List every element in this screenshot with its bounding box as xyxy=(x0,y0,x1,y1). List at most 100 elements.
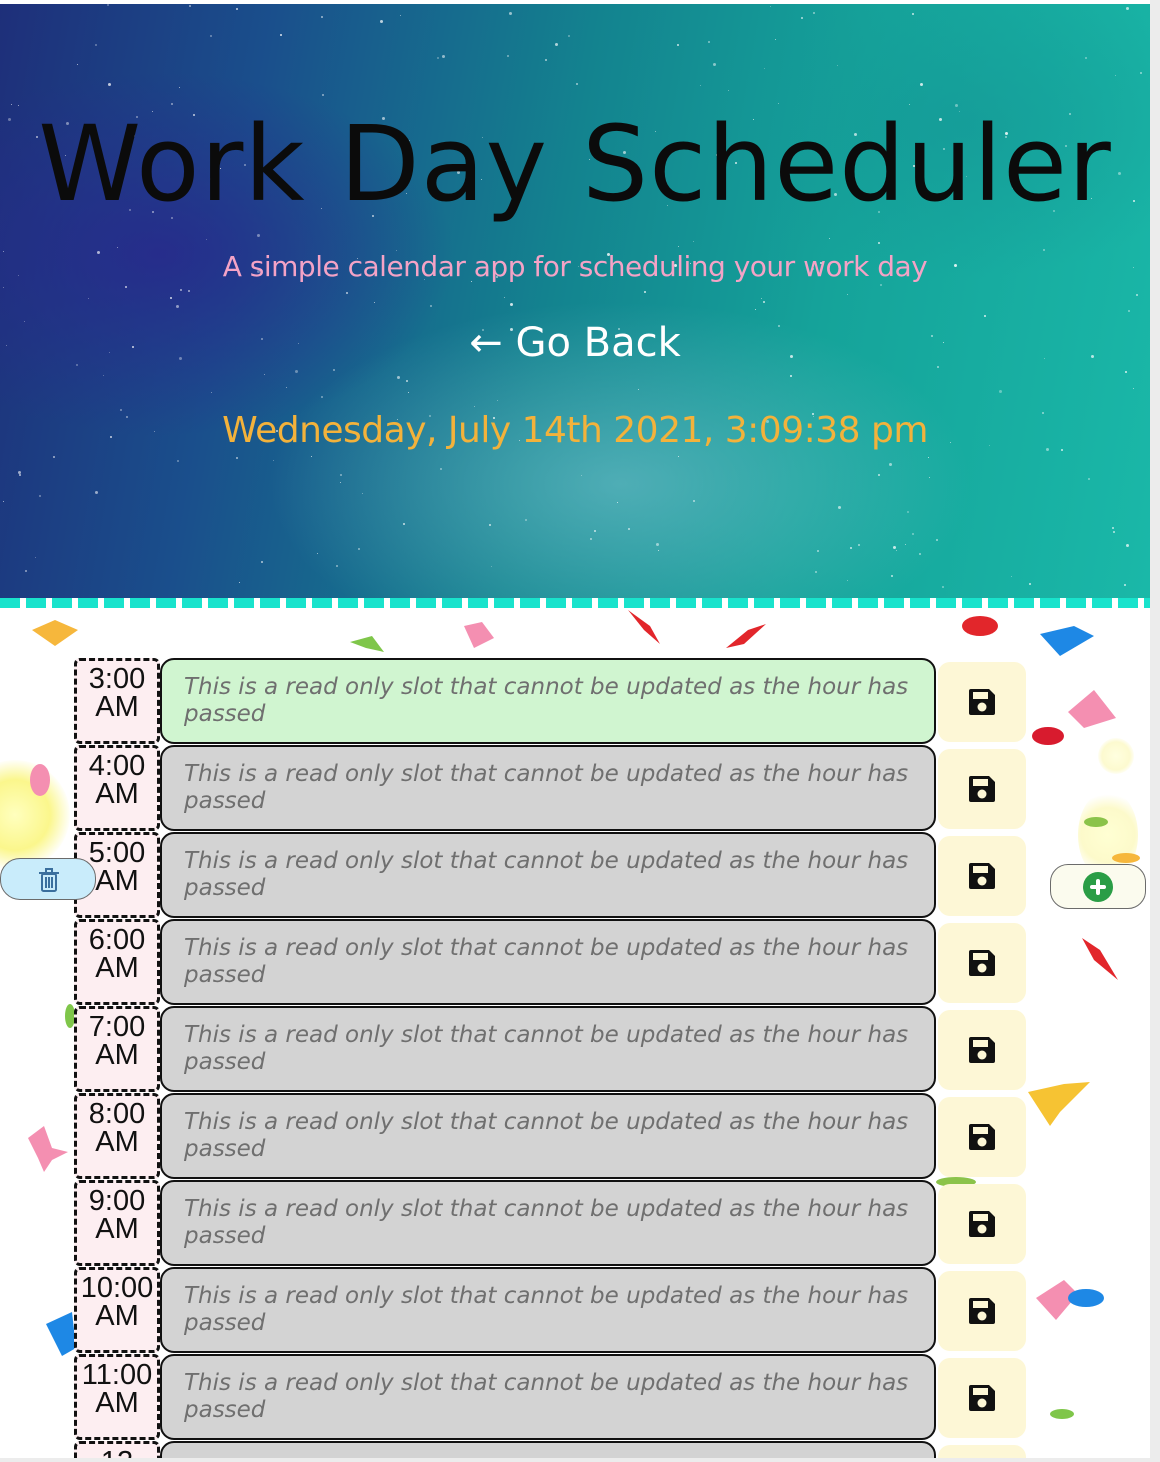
star-decoration xyxy=(1085,57,1087,59)
star-decoration xyxy=(510,303,513,306)
timeblock-row: 10:00 AM This is a read only slot that can… xyxy=(74,1267,1026,1353)
starfield-background xyxy=(0,4,1150,598)
hour-label: 8:00 AM xyxy=(74,1093,160,1179)
star-decoration xyxy=(509,12,512,15)
timeblock-description[interactable]: This is a read only slot that cannot be … xyxy=(160,919,936,1005)
star-decoration xyxy=(103,375,104,376)
hour-period: AM xyxy=(95,1213,139,1245)
floppy-disk-icon xyxy=(969,1298,995,1324)
hour-period: AM xyxy=(95,952,139,984)
star-decoration xyxy=(617,502,618,503)
star-decoration xyxy=(474,406,475,407)
star-decoration xyxy=(1113,531,1115,533)
star-decoration xyxy=(380,20,383,23)
save-button[interactable] xyxy=(938,662,1026,742)
save-button[interactable] xyxy=(938,1271,1026,1351)
star-decoration xyxy=(39,495,41,497)
star-decoration xyxy=(581,475,582,476)
save-button[interactable] xyxy=(938,1358,1026,1438)
star-decoration xyxy=(936,539,938,541)
star-decoration xyxy=(817,550,819,552)
star-decoration xyxy=(790,375,792,377)
star-decoration xyxy=(677,44,679,46)
star-decoration xyxy=(11,104,12,105)
star-decoration xyxy=(406,380,408,382)
star-decoration xyxy=(430,305,432,307)
save-button[interactable] xyxy=(938,923,1026,1003)
save-button[interactable] xyxy=(938,836,1026,916)
hour-time: 11:00 xyxy=(81,1359,153,1391)
star-decoration xyxy=(847,580,848,581)
hour-period: AM xyxy=(95,1126,139,1158)
star-decoration xyxy=(594,530,596,532)
star-decoration xyxy=(3,287,4,288)
timeblock-description[interactable]: This is a read only slot that cannot be … xyxy=(160,1006,936,1092)
save-button[interactable] xyxy=(938,1184,1026,1264)
star-decoration xyxy=(317,553,318,554)
save-button[interactable] xyxy=(938,1010,1026,1090)
star-decoration xyxy=(525,519,527,521)
page-title: Work Day Scheduler xyxy=(38,103,1112,225)
timeblock-description[interactable]: This is a read only slot that cannot be … xyxy=(160,1267,936,1353)
page: Work Day Scheduler A simple calendar app… xyxy=(0,0,1160,1462)
hour-period: AM xyxy=(95,691,139,723)
go-back-link[interactable]: ← Go Back xyxy=(0,320,1150,366)
timeblock-description[interactable]: This is a read only slot that cannot be … xyxy=(160,745,936,831)
header-jumbotron: Work Day Scheduler A simple calendar app… xyxy=(0,4,1150,598)
star-decoration xyxy=(850,547,852,549)
star-decoration xyxy=(442,55,445,58)
star-decoration xyxy=(18,105,19,106)
star-decoration xyxy=(801,17,803,19)
star-decoration xyxy=(590,538,592,540)
star-decoration xyxy=(1126,544,1129,547)
timeblock-description[interactable]: This is a read only slot that cannot be … xyxy=(160,832,936,918)
star-decoration xyxy=(1112,527,1114,529)
hour-label: 3:00 AM xyxy=(74,658,160,744)
star-decoration xyxy=(761,298,762,299)
clear-all-button[interactable] xyxy=(0,858,96,900)
star-decoration xyxy=(929,477,930,478)
star-decoration xyxy=(829,238,830,239)
timeblock-description[interactable]: This is a read only slot that cannot be … xyxy=(160,1354,936,1440)
timeblock-row: 8:00 AM This is a read only slot that cann… xyxy=(74,1093,1026,1179)
star-decoration xyxy=(336,565,338,567)
star-decoration xyxy=(273,460,274,461)
star-decoration xyxy=(1011,576,1012,577)
timeblock-description[interactable]: This is a read only slot that cannot be … xyxy=(160,1093,936,1179)
star-decoration xyxy=(912,13,914,15)
hour-time: 8:00 xyxy=(88,1098,146,1130)
star-decoration xyxy=(755,309,756,310)
timeblock-description[interactable]: This is a read only slot that cannot be … xyxy=(160,658,936,744)
floppy-disk-icon xyxy=(969,950,995,976)
hour-time: 9:00 xyxy=(88,1185,146,1217)
star-decoration xyxy=(928,457,929,458)
star-decoration xyxy=(713,63,716,66)
floppy-disk-icon xyxy=(969,1385,995,1411)
star-decoration xyxy=(937,366,939,368)
star-decoration xyxy=(815,571,817,573)
star-decoration xyxy=(905,544,906,545)
star-decoration xyxy=(440,468,442,470)
save-button[interactable] xyxy=(938,1097,1026,1177)
star-decoration xyxy=(125,286,127,288)
star-decoration xyxy=(211,392,212,393)
hour-label: 9:00 AM xyxy=(74,1180,160,1266)
star-decoration xyxy=(658,550,659,551)
star-decoration xyxy=(1115,75,1116,76)
add-hour-button[interactable] xyxy=(1050,864,1146,909)
star-decoration xyxy=(891,575,893,577)
star-decoration xyxy=(838,506,841,509)
star-decoration xyxy=(358,548,360,550)
save-button[interactable] xyxy=(938,749,1026,829)
star-decoration xyxy=(920,83,923,86)
hour-period: AM xyxy=(95,1039,139,1071)
current-datetime: Wednesday, July 14th 2021, 3:09:38 pm xyxy=(222,410,928,451)
star-decoration xyxy=(1124,584,1126,586)
star-decoration xyxy=(177,460,179,462)
hour-time: 6:00 xyxy=(88,924,146,956)
star-decoration xyxy=(1126,7,1129,10)
star-decoration xyxy=(878,474,880,476)
star-decoration xyxy=(489,524,491,526)
star-decoration xyxy=(236,8,238,10)
timeblock-description[interactable]: This is a read only slot that cannot be … xyxy=(160,1180,936,1266)
